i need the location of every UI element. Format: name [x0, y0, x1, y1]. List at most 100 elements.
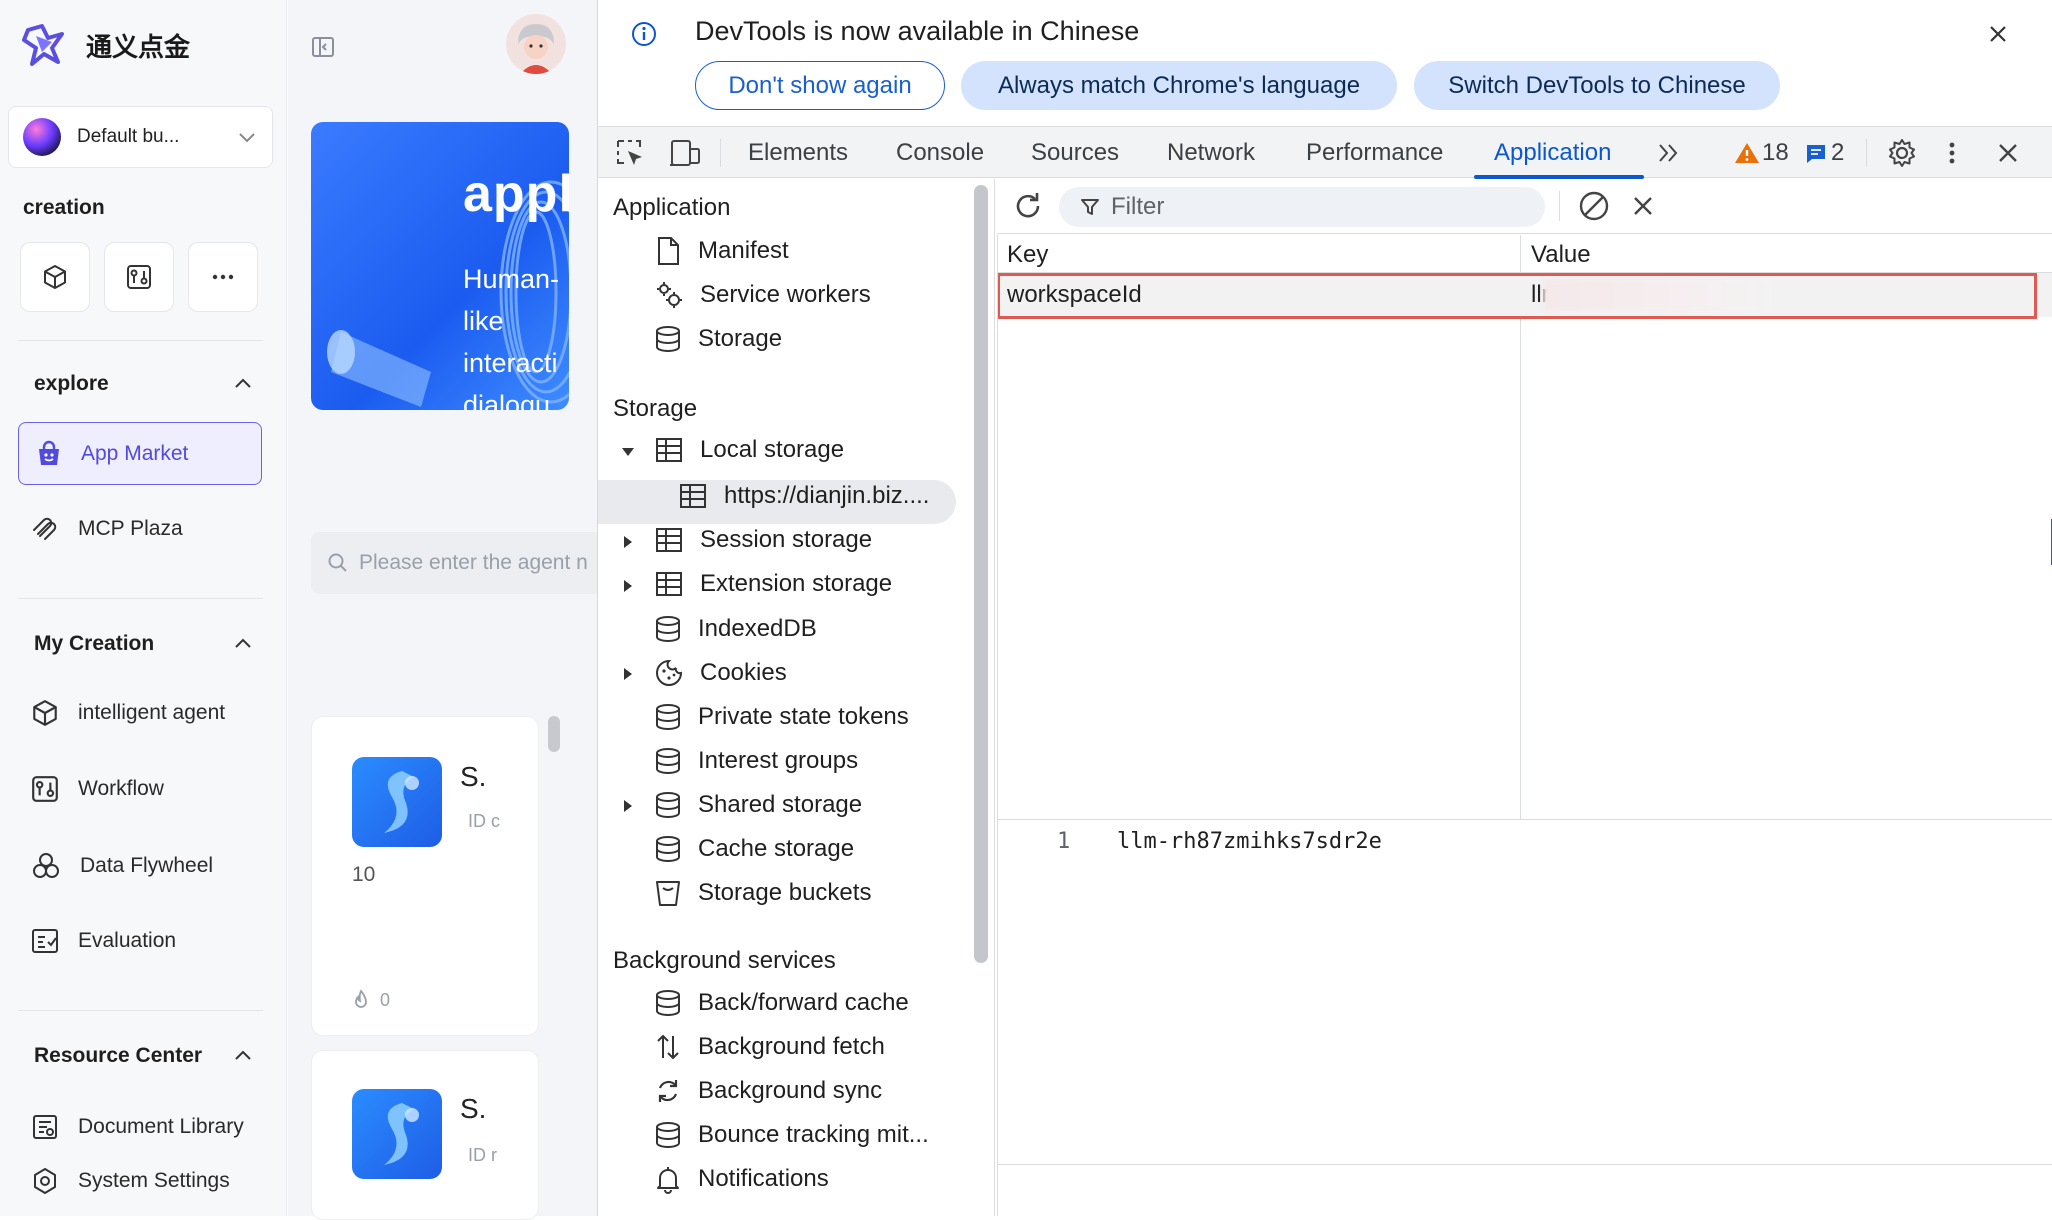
tree-item-bounce-tracking[interactable]: Bounce tracking mit... — [654, 1120, 929, 1150]
database-icon — [654, 1120, 682, 1150]
tree-item-interest-groups[interactable]: Interest groups — [654, 746, 858, 776]
tab-elements[interactable]: Elements — [748, 139, 848, 167]
nav-item-intelligent-agent[interactable]: intelligent agent — [30, 698, 225, 728]
messages-count[interactable]: 2 — [1831, 139, 1844, 167]
database-icon — [654, 790, 682, 820]
nav-item-workflow[interactable]: Workflow — [30, 774, 164, 804]
device-toolbar-icon[interactable] — [668, 137, 702, 169]
infobar-message: DevTools is now available in Chinese — [695, 16, 1140, 46]
table-icon — [654, 436, 684, 464]
more-tabs-icon[interactable] — [1654, 139, 1682, 167]
tree-label: Session storage — [700, 526, 873, 553]
cube-icon — [41, 263, 69, 291]
agent-card[interactable]: S. ID c 10 0 — [311, 716, 539, 1036]
tree-item-extension-storage[interactable]: Extension storage — [654, 570, 892, 598]
tab-sources[interactable]: Sources — [1031, 139, 1119, 167]
tree-item-cookies[interactable]: Cookies — [654, 658, 787, 688]
column-header-value[interactable]: Value — [1531, 241, 1591, 269]
tree-item-local-storage[interactable]: Local storage — [654, 436, 844, 464]
tree-item-background-fetch[interactable]: Background fetch — [654, 1032, 885, 1062]
warning-icon[interactable] — [1734, 141, 1760, 165]
nav-item-system-settings[interactable]: System Settings — [30, 1166, 230, 1196]
caret-right-icon[interactable] — [620, 578, 636, 594]
nav-item-mcp-plaza[interactable]: MCP Plaza — [30, 514, 183, 544]
application-tree: Application Manifest Service workers Sto… — [598, 179, 967, 1216]
close-icon[interactable] — [1986, 22, 2010, 46]
tree-section-background-services[interactable]: Background services — [613, 947, 836, 975]
tree-item-indexeddb[interactable]: IndexedDB — [654, 614, 817, 644]
resource-center-section-header[interactable]: Resource Center — [34, 1044, 254, 1068]
tree-label: Cookies — [700, 659, 787, 686]
refresh-icon[interactable] — [1011, 189, 1045, 223]
tab-network[interactable]: Network — [1167, 139, 1255, 167]
collapse-sidebar-icon[interactable] — [310, 34, 336, 60]
caret-right-icon[interactable] — [620, 798, 636, 814]
tree-item-back-forward-cache[interactable]: Back/forward cache — [654, 988, 909, 1018]
tab-application[interactable]: Application — [1494, 139, 1611, 167]
search-placeholder: Please enter the agent n — [359, 551, 588, 574]
caret-right-icon[interactable] — [620, 666, 636, 682]
filter-input[interactable]: Filter — [1059, 187, 1545, 227]
divider — [18, 340, 263, 341]
tree-section-storage[interactable]: Storage — [613, 395, 697, 423]
always-match-language-button[interactable]: Always match Chrome's language — [961, 61, 1397, 110]
avatar[interactable] — [506, 14, 566, 74]
delete-selected-icon[interactable] — [1629, 192, 1657, 220]
database-icon — [654, 324, 682, 354]
preview-divider[interactable] — [997, 819, 2052, 820]
warnings-count[interactable]: 18 — [1762, 139, 1789, 167]
tree-item-manifest[interactable]: Manifest — [654, 236, 789, 266]
nav-label: Workflow — [78, 777, 164, 800]
create-workflow-button[interactable] — [104, 242, 174, 312]
switch-to-chinese-button[interactable]: Switch DevTools to Chinese — [1414, 61, 1780, 110]
language-infobar: DevTools is now available in Chinese Don… — [598, 0, 2052, 125]
tree-item-session-storage[interactable]: Session storage — [654, 526, 872, 554]
preview-value[interactable]: llm-rh87zmihks7sdr2e — [1117, 829, 1382, 854]
inspect-element-icon[interactable] — [614, 137, 646, 169]
tree-item-cache-storage[interactable]: Cache storage — [654, 834, 854, 864]
caret-down-icon[interactable] — [620, 444, 636, 460]
nav-item-document-library[interactable]: Document Library — [30, 1112, 244, 1142]
agent-card[interactable]: S. ID r — [311, 1050, 539, 1220]
explore-section-header[interactable]: explore — [34, 372, 254, 396]
gear-icon[interactable] — [1886, 137, 1918, 169]
clear-all-icon[interactable] — [1577, 189, 1611, 223]
tree-item-notifications[interactable]: Notifications — [654, 1164, 829, 1194]
tree-scrollbar[interactable] — [974, 185, 988, 963]
tree-item-service-workers[interactable]: Service workers — [654, 280, 871, 310]
column-header-key[interactable]: Key — [1007, 241, 1048, 269]
scrollbar[interactable] — [548, 716, 560, 752]
tab-console[interactable]: Console — [896, 139, 984, 167]
close-devtools-icon[interactable] — [1994, 139, 2022, 167]
message-icon[interactable] — [1804, 142, 1828, 166]
create-agent-button[interactable] — [20, 242, 90, 312]
storage-toolbar: Filter — [997, 179, 2052, 234]
column-divider[interactable] — [1520, 235, 1521, 819]
kebab-menu-icon[interactable] — [1944, 137, 1960, 169]
tree-label: Shared storage — [698, 791, 863, 818]
devtools-panel: DevTools is now available in Chinese Don… — [597, 0, 2052, 1216]
tab-performance[interactable]: Performance — [1306, 139, 1443, 167]
nav-item-evaluation[interactable]: Evaluation — [30, 926, 176, 956]
banner-line: interacti — [463, 348, 558, 378]
tree-item-storage-buckets[interactable]: Storage buckets — [654, 878, 871, 908]
tree-item-storage-overview[interactable]: Storage — [654, 324, 782, 354]
dont-show-again-button[interactable]: Don't show again — [695, 61, 945, 110]
caret-right-icon[interactable] — [620, 534, 636, 550]
banner[interactable]: appli Human- like interacti dialogu — [311, 122, 569, 410]
more-create-button[interactable] — [188, 242, 258, 312]
tree-section-application[interactable]: Application — [613, 194, 730, 222]
tree-label: Back/forward cache — [698, 989, 909, 1016]
business-selector[interactable]: Default bu... — [8, 106, 273, 168]
tree-item-local-storage-origin[interactable]: https://dianjin.biz.... — [678, 482, 929, 510]
agent-search-input[interactable]: Please enter the agent n — [311, 532, 611, 594]
nav-item-data-flywheel[interactable]: Data Flywheel — [30, 850, 213, 882]
tree-item-shared-storage[interactable]: Shared storage — [654, 790, 862, 820]
tree-item-private-state-tokens[interactable]: Private state tokens — [654, 702, 909, 732]
tree-item-background-sync[interactable]: Background sync — [654, 1076, 882, 1106]
database-icon — [654, 834, 682, 864]
panel-divider[interactable] — [994, 179, 995, 1216]
nav-item-app-market[interactable]: App Market — [18, 422, 262, 485]
brand[interactable]: 通义点金 — [22, 22, 190, 68]
my-creation-section-header[interactable]: My Creation — [34, 632, 254, 656]
